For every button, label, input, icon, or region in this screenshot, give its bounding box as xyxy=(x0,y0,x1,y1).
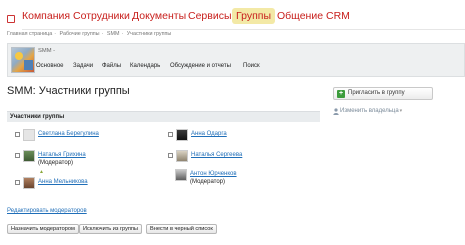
member-name[interactable]: Наталья Сергеева xyxy=(191,152,242,158)
member-checkbox[interactable] xyxy=(168,132,173,137)
members-section-header: Участники группы xyxy=(7,111,320,122)
member-role: (Модератор) xyxy=(190,179,226,185)
change-owner-link[interactable]: Изменить владельца▾ xyxy=(340,108,402,114)
chevron-down-icon: ▾ xyxy=(399,108,403,114)
group-avatar-shape xyxy=(15,52,23,60)
page-title: SMM: Участники группы xyxy=(7,85,130,97)
nav-item-services[interactable]: Сервисы xyxy=(188,10,232,22)
member-avatar[interactable] xyxy=(23,177,35,189)
invite-button-label: Пригласить в группу xyxy=(348,90,405,96)
group-header: SMM - Основное Задачи Файлы Календарь Об… xyxy=(7,43,465,77)
user-icon xyxy=(333,108,339,115)
logo-icon xyxy=(7,15,15,23)
nav-item-crm[interactable]: CRM xyxy=(326,10,350,22)
member-avatar[interactable] xyxy=(23,150,35,162)
member-item: Наталья Сергеева xyxy=(168,150,308,164)
member-name[interactable]: Анна Одарга xyxy=(191,131,227,137)
breadcrumb: Главная страница · Рабочие группы · SMM · У… xyxy=(7,31,172,37)
breadcrumb-current: Участники группы xyxy=(126,31,172,37)
member-name[interactable]: Анна Мельникова xyxy=(38,179,88,185)
tab-discussions[interactable]: Обсуждение и отчеты xyxy=(170,63,231,69)
member-item: Наталья Грихина (Модератор) ▲ xyxy=(15,150,155,176)
member-name[interactable]: Наталья Грихина xyxy=(38,152,86,158)
member-avatar[interactable] xyxy=(23,129,35,141)
member-role: (Модератор) xyxy=(38,160,74,166)
group-avatar-shape xyxy=(24,60,33,70)
tab-main[interactable]: Основное xyxy=(36,63,64,69)
remove-from-group-button[interactable]: Исключить из группы xyxy=(79,224,142,234)
member-name[interactable]: Антон Юрченков xyxy=(190,171,237,177)
plus-icon: + xyxy=(337,90,345,98)
member-avatar[interactable] xyxy=(176,129,188,141)
member-name[interactable]: Светлана Берегулина xyxy=(38,131,99,137)
warning-icon: ▲ xyxy=(39,169,44,175)
member-checkbox[interactable] xyxy=(168,153,173,158)
add-to-blacklist-button[interactable]: Внести в черный список xyxy=(146,224,217,234)
top-navigation: Компания Сотрудники Документы Сервисы Гр… xyxy=(0,8,465,30)
breadcrumb-group[interactable]: SMM xyxy=(107,31,120,37)
tab-calendar[interactable]: Календарь xyxy=(130,63,160,69)
member-checkbox[interactable] xyxy=(15,180,20,185)
member-checkbox[interactable] xyxy=(15,132,20,137)
member-avatar[interactable] xyxy=(176,150,188,162)
tab-search[interactable]: Поиск xyxy=(243,63,260,69)
breadcrumb-home[interactable]: Главная страница xyxy=(7,31,52,37)
member-checkbox[interactable] xyxy=(15,153,20,158)
group-avatar[interactable] xyxy=(11,47,35,73)
nav-divider xyxy=(22,29,465,30)
member-item: Анна Мельникова xyxy=(15,177,155,191)
change-owner-label: Изменить владельца xyxy=(340,108,399,114)
nav-item-company[interactable]: Компания xyxy=(22,10,70,22)
members-header-label: Участники группы xyxy=(10,114,65,120)
assign-moderator-button[interactable]: Назначить модератором xyxy=(7,224,79,234)
edit-moderators-link[interactable]: Редактировать модераторов xyxy=(7,208,87,214)
tab-tasks[interactable]: Задачи xyxy=(73,63,93,69)
group-name: SMM - xyxy=(38,48,56,54)
breadcrumb-workgroups[interactable]: Рабочие группы xyxy=(60,31,100,37)
nav-item-employees[interactable]: Сотрудники xyxy=(73,10,130,22)
member-item: Анна Одарга xyxy=(168,129,308,143)
nav-item-documents[interactable]: Документы xyxy=(132,10,186,22)
member-item: Антон Юрченков (Модератор) xyxy=(168,169,308,189)
nav-item-groups[interactable]: Группы xyxy=(232,8,275,24)
nav-item-communication[interactable]: Общение xyxy=(277,10,323,22)
tab-files[interactable]: Файлы xyxy=(102,63,121,69)
member-item: Светлана Берегулина xyxy=(15,129,155,143)
member-avatar[interactable] xyxy=(175,169,187,181)
invite-to-group-button[interactable]: + Пригласить в группу xyxy=(333,87,433,100)
